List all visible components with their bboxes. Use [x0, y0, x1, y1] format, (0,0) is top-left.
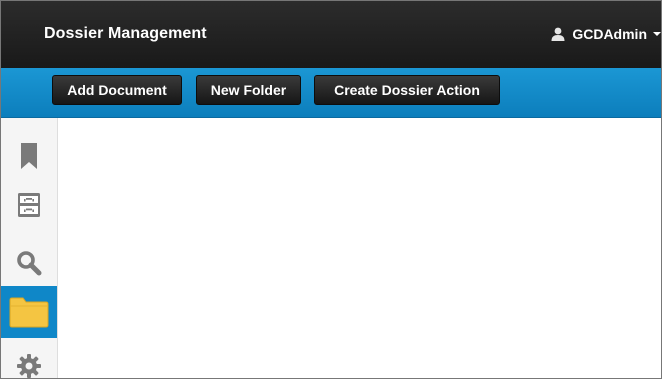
- bookmark-icon: [21, 143, 37, 169]
- user-menu[interactable]: GCDAdmin: [551, 24, 661, 44]
- sidebar-item-bookmarks[interactable]: [1, 130, 57, 182]
- sidebar-nav: [1, 118, 58, 378]
- add-document-button[interactable]: Add Document: [52, 75, 182, 105]
- gear-icon: [17, 354, 41, 378]
- sidebar-item-archive[interactable]: [1, 179, 57, 231]
- user-name: GCDAdmin: [572, 26, 647, 42]
- action-toolbar: Add Document New Folder Create Dossier A…: [1, 68, 661, 118]
- sidebar-item-settings[interactable]: [1, 340, 57, 378]
- header-bar: Dossier Management GCDAdmin: [1, 1, 661, 68]
- search-icon: [17, 251, 42, 276]
- archive-cabinet-icon: [18, 193, 40, 217]
- sidebar-item-folders[interactable]: [1, 286, 57, 338]
- create-dossier-action-button[interactable]: Create Dossier Action: [314, 75, 500, 105]
- user-icon: [551, 27, 565, 41]
- chevron-down-icon: [653, 32, 661, 36]
- new-folder-button[interactable]: New Folder: [196, 75, 301, 105]
- main-content-area: [58, 118, 661, 378]
- app-window: Dossier Management GCDAdmin Add Document…: [0, 0, 662, 379]
- app-title: Dossier Management: [44, 25, 207, 42]
- folder-icon: [9, 297, 49, 328]
- sidebar-item-search[interactable]: [1, 237, 57, 289]
